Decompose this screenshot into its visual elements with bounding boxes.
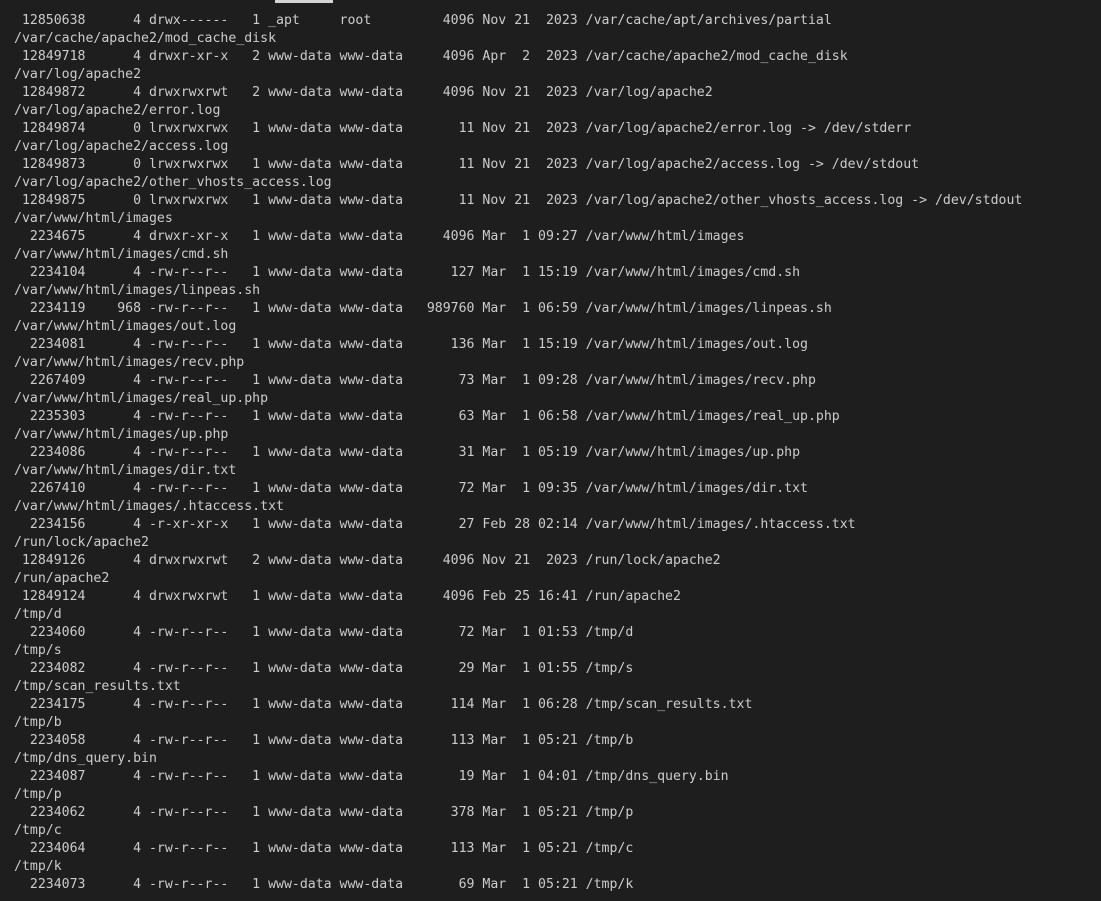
terminal-path-line: /var/www/html/images	[14, 211, 173, 226]
terminal-listing-line: 2234675 4 drwxr-xr-x 1 www-data www-data…	[14, 229, 745, 244]
terminal-listing-line: 2234104 4 -rw-r--r-- 1 www-data www-data…	[14, 265, 801, 280]
terminal-listing-line: 2234062 4 -rw-r--r-- 1 www-data www-data…	[14, 805, 634, 820]
terminal-panel[interactable]: 12850638 4 drwx------ 1 _apt root 4096 N…	[0, 0, 1101, 901]
terminal-path-line: /var/log/apache2/access.log	[14, 139, 229, 154]
terminal-path-line: /var/www/html/images/.htaccess.txt	[14, 499, 284, 514]
terminal-listing-line: 12850638 4 drwx------ 1 _apt root 4096 N…	[14, 13, 832, 28]
terminal-path-line: /run/lock/apache2	[14, 535, 149, 550]
terminal-path-line: /var/www/html/images/dir.txt	[14, 463, 237, 478]
terminal-listing-line: 12849873 0 lrwxrwxrwx 1 www-data www-dat…	[14, 157, 920, 172]
terminal-listing-line: 2234073 4 -rw-r--r-- 1 www-data www-data…	[14, 877, 634, 892]
terminal-listing-line: 12849874 0 lrwxrwxrwx 1 www-data www-dat…	[14, 121, 912, 136]
terminal-listing-line: 2234086 4 -rw-r--r-- 1 www-data www-data…	[14, 445, 801, 460]
terminal-path-line: /tmp/p	[14, 787, 62, 802]
terminal-output[interactable]: 12850638 4 drwx------ 1 _apt root 4096 N…	[14, 12, 1101, 894]
terminal-path-line: /tmp/k	[14, 859, 62, 874]
terminal-path-line: /tmp/dns_query.bin	[14, 751, 157, 766]
terminal-listing-line: 2234175 4 -rw-r--r-- 1 www-data www-data…	[14, 697, 753, 712]
terminal-path-line: /var/www/html/images/cmd.sh	[14, 247, 229, 262]
terminal-path-line: /var/log/apache2/error.log	[14, 103, 221, 118]
terminal-path-line: /tmp/s	[14, 643, 62, 658]
terminal-path-line: /tmp/b	[14, 715, 62, 730]
terminal-path-line: /tmp/scan_results.txt	[14, 679, 181, 694]
terminal-listing-line: 2234082 4 -rw-r--r-- 1 www-data www-data…	[14, 661, 634, 676]
terminal-listing-line: 2234119 968 -rw-r--r-- 1 www-data www-da…	[14, 301, 832, 316]
text-selection-highlight	[275, 0, 333, 3]
terminal-listing-line: 2267409 4 -rw-r--r-- 1 www-data www-data…	[14, 373, 816, 388]
terminal-path-line: /tmp/d	[14, 607, 62, 622]
terminal-listing-line: 2234081 4 -rw-r--r-- 1 www-data www-data…	[14, 337, 808, 352]
terminal-path-line: /var/www/html/images/out.log	[14, 319, 237, 334]
terminal-listing-line: 2235303 4 -rw-r--r-- 1 www-data www-data…	[14, 409, 840, 424]
terminal-path-line: /var/www/html/images/up.php	[14, 427, 229, 442]
terminal-listing-line: 2234087 4 -rw-r--r-- 1 www-data www-data…	[14, 769, 729, 784]
terminal-listing-line: 12849718 4 drwxr-xr-x 2 www-data www-dat…	[14, 49, 848, 64]
terminal-listing-line: 2234060 4 -rw-r--r-- 1 www-data www-data…	[14, 625, 634, 640]
terminal-listing-line: 12849126 4 drwxrwxrwt 2 www-data www-dat…	[14, 553, 721, 568]
terminal-path-line: /tmp/c	[14, 823, 62, 838]
terminal-path-line: /var/www/html/images/real_up.php	[14, 391, 269, 406]
terminal-listing-line: 2234156 4 -r-xr-xr-x 1 www-data www-data…	[14, 517, 856, 532]
terminal-path-line: /var/cache/apache2/mod_cache_disk	[14, 31, 277, 46]
terminal-listing-line: 12849124 4 drwxrwxrwt 1 www-data www-dat…	[14, 589, 681, 604]
terminal-listing-line: 2267410 4 -rw-r--r-- 1 www-data www-data…	[14, 481, 808, 496]
terminal-path-line: /var/www/html/images/linpeas.sh	[14, 283, 261, 298]
terminal-listing-line: 2234058 4 -rw-r--r-- 1 www-data www-data…	[14, 733, 634, 748]
terminal-listing-line: 2234064 4 -rw-r--r-- 1 www-data www-data…	[14, 841, 634, 856]
terminal-path-line: /var/www/html/images/recv.php	[14, 355, 245, 370]
terminal-listing-line: 12849872 4 drwxrwxrwt 2 www-data www-dat…	[14, 85, 713, 100]
terminal-path-line: /run/apache2	[14, 571, 110, 586]
terminal-path-line: /var/log/apache2/other_vhosts_access.log	[14, 175, 332, 190]
terminal-path-line: /var/log/apache2	[14, 67, 142, 82]
terminal-listing-line: 12849875 0 lrwxrwxrwx 1 www-data www-dat…	[14, 193, 1023, 208]
